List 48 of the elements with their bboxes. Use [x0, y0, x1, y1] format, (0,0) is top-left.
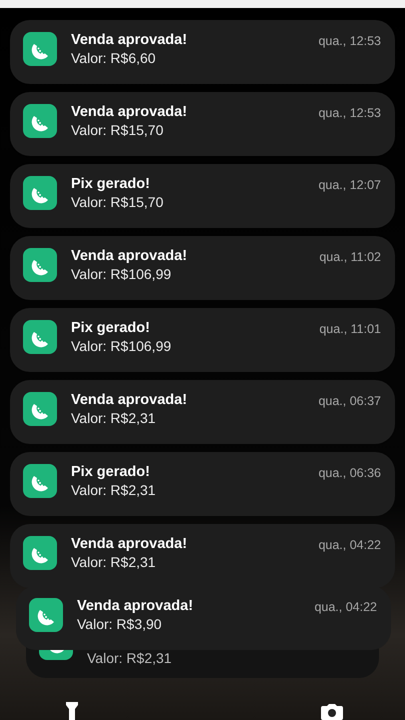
notification-title: Venda aprovada!	[71, 392, 188, 408]
notification-card[interactable]: Venda aprovada! Valor: R$106,99 qua., 11:02	[10, 236, 395, 300]
app-icon	[23, 464, 57, 498]
notification-text: Valor: R$2,31	[71, 482, 157, 498]
app-icon	[23, 392, 57, 426]
notification-title: Pix gerado!	[71, 320, 151, 336]
notification-time: qua., 04:22	[318, 537, 381, 552]
notification-text: Valor: R$106,99	[71, 266, 172, 282]
notification-card[interactable]: Pix gerado! Valor: R$15,70 qua., 12:07	[10, 164, 395, 228]
notification-title: Pix gerado!	[71, 464, 151, 480]
notification-title: Venda aprovada!	[77, 598, 194, 614]
app-icon	[23, 32, 57, 66]
notification-title: Venda aprovada!	[71, 104, 188, 120]
notification-text: Valor: R$15,70	[71, 122, 164, 138]
notification-title: Pix gerado!	[71, 176, 151, 192]
notification-time: qua., 12:53	[318, 33, 381, 48]
app-icon	[23, 320, 57, 354]
app-icon	[23, 536, 57, 570]
notification-time: qua., 04:22	[314, 599, 377, 614]
notification-text: Valor: R$106,99	[71, 338, 172, 354]
flashlight-icon[interactable]	[66, 702, 78, 720]
notification-time: qua., 12:53	[318, 105, 381, 120]
notification-card[interactable]: Pix gerado! Valor: R$106,99 qua., 11:01	[10, 308, 395, 372]
notification-text: Valor: R$2,31	[71, 554, 157, 570]
notification-card[interactable]: Pix gerado! Valor: R$2,31 qua., 06:36	[10, 452, 395, 516]
notification-card[interactable]: Venda aprovada! Valor: R$2,31 qua., 06:37	[10, 380, 395, 444]
notification-title: Venda aprovada!	[71, 248, 188, 264]
notification-text: Valor: R$3,90	[77, 616, 163, 632]
app-icon	[29, 598, 63, 632]
notification-time: qua., 06:36	[318, 465, 381, 480]
notification-time: qua., 11:01	[319, 321, 381, 336]
notification-card[interactable]: Venda aprovada! Valor: R$6,60 qua., 12:53	[10, 20, 395, 84]
notification-text: Valor: R$6,60	[71, 50, 157, 66]
notification-title: Venda aprovada!	[71, 536, 188, 552]
notification-title: Venda aprovada!	[71, 32, 188, 48]
notification-time: qua., 06:37	[318, 393, 381, 408]
notification-card[interactable]: Venda aprovada! Valor: R$2,31 qua., 04:22	[10, 524, 395, 588]
app-icon	[23, 248, 57, 282]
camera-icon[interactable]	[321, 704, 343, 720]
notification-text: Valor: R$2,31	[71, 410, 157, 426]
app-icon	[23, 104, 57, 138]
notification-time: qua., 12:07	[318, 177, 381, 192]
app-icon	[23, 176, 57, 210]
notification-text: Valor: R$2,31	[87, 649, 173, 666]
notification-card[interactable]: Venda aprovada! Valor: R$3,90 qua., 04:22	[16, 586, 391, 650]
notification-time: qua., 11:02	[319, 249, 381, 264]
notification-text: Valor: R$15,70	[71, 194, 164, 210]
notification-card[interactable]: Venda aprovada! Valor: R$15,70 qua., 12:53	[10, 92, 395, 156]
